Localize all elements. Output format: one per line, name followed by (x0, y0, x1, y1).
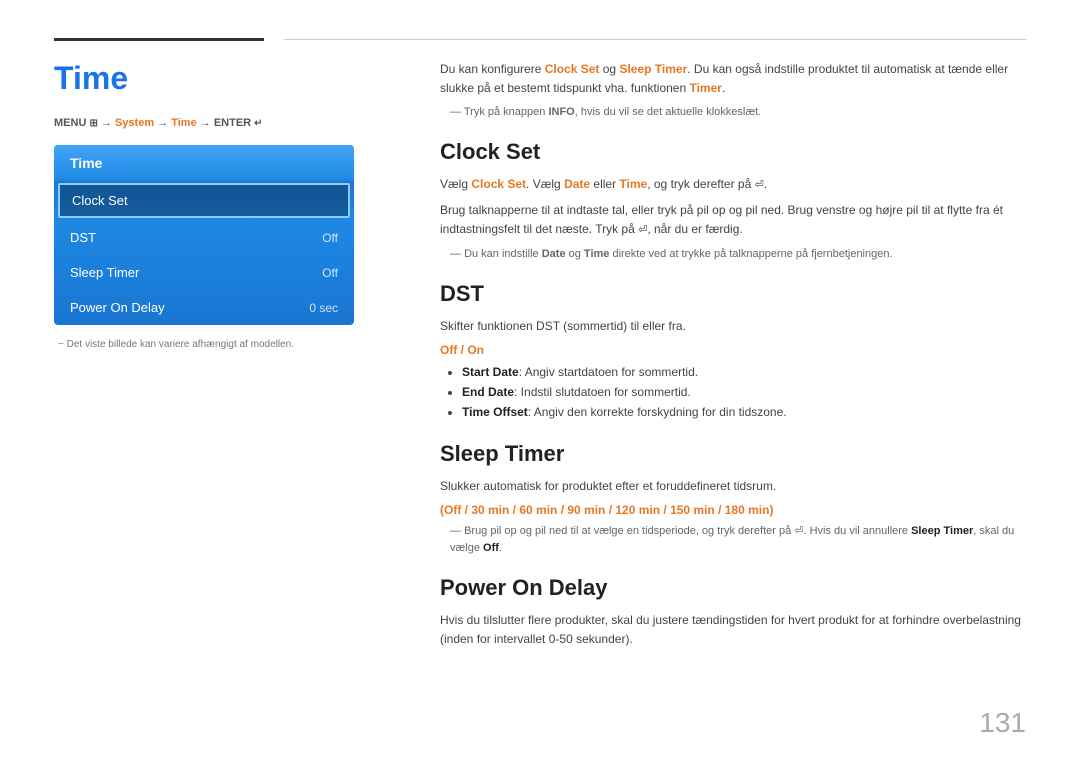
section-clock-set-body2: Brug talknapperne til at indtaste tal, e… (440, 201, 1026, 241)
panel-item-power-on-delay-label: Power On Delay (70, 300, 165, 315)
dst-bullet-time-offset: Time Offset: Angiv den korrekte forskydn… (462, 402, 1026, 422)
section-power-on-delay: Power On Delay Hvis du tilslutter flere … (440, 575, 1026, 651)
section-dst-body: Skifter funktionen DST (sommertid) til e… (440, 317, 1026, 337)
intro-note: Tryk på knappen INFO, hvis du vil se det… (440, 104, 1026, 121)
dst-bullet-start-date: Start Date: Angiv startdatoen for sommer… (462, 362, 1026, 382)
panel-item-dst-value: Off (322, 231, 338, 245)
panel-item-sleep-timer-value: Off (322, 266, 338, 280)
section-sleep-timer-body: Slukker automatisk for produktet efter e… (440, 477, 1026, 497)
section-clock-set-title: Clock Set (440, 139, 1026, 165)
panel-item-power-on-delay[interactable]: Power On Delay 0 sec (54, 290, 354, 325)
left-column: Time MENU ⊞ → System → Time → ENTER ↵ Ti… (54, 60, 394, 350)
dst-bullet-list: Start Date: Angiv startdatoen for sommer… (440, 362, 1026, 423)
section-power-on-delay-title: Power On Delay (440, 575, 1026, 601)
section-clock-set: Clock Set Vælg Clock Set. Vælg Date elle… (440, 139, 1026, 263)
menu-path: MENU ⊞ → System → Time → ENTER ↵ (54, 117, 394, 129)
top-line-light (284, 39, 1026, 40)
panel-item-clock-set-label: Clock Set (72, 193, 128, 208)
page-number: 131 (979, 707, 1026, 739)
page-title: Time (54, 60, 394, 97)
section-sleep-timer-title: Sleep Timer (440, 441, 1026, 467)
section-power-on-delay-body: Hvis du tilslutter flere produkter, skal… (440, 611, 1026, 651)
section-sleep-timer: Sleep Timer Slukker automatisk for produ… (440, 441, 1026, 557)
sleep-timer-options: (Off / 30 min / 60 min / 90 min / 120 mi… (440, 503, 1026, 517)
section-dst: DST Skifter funktionen DST (sommertid) t… (440, 281, 1026, 423)
section-dst-title: DST (440, 281, 1026, 307)
image-note: Det viste billede kan variere afhængigt … (54, 339, 394, 350)
right-column: Du kan konfigurere Clock Set og Sleep Ti… (440, 60, 1026, 668)
dst-options-label: Off / On (440, 343, 1026, 357)
ui-panel: Time Clock Set DST Off Sleep Timer Off P… (54, 145, 354, 325)
intro-text: Du kan konfigurere Clock Set og Sleep Ti… (440, 60, 1026, 98)
panel-item-sleep-timer-label: Sleep Timer (70, 265, 139, 280)
panel-item-dst-label: DST (70, 230, 96, 245)
ui-panel-title: Time (54, 145, 354, 181)
panel-item-dst[interactable]: DST Off (54, 220, 354, 255)
top-line-dark (54, 38, 264, 41)
dst-bullet-end-date: End Date: Indstil slutdatoen for sommert… (462, 382, 1026, 402)
panel-item-clock-set[interactable]: Clock Set (58, 183, 350, 218)
panel-item-sleep-timer[interactable]: Sleep Timer Off (54, 255, 354, 290)
top-decorative-lines (0, 38, 1080, 41)
section-sleep-timer-note: Brug pil op og pil ned til at vælge en t… (440, 523, 1026, 557)
section-clock-set-note: Du kan indstille Date og Time direkte ve… (440, 246, 1026, 263)
section-clock-set-body1: Vælg Clock Set. Vælg Date eller Time, og… (440, 175, 1026, 195)
panel-item-power-on-delay-value: 0 sec (309, 301, 338, 315)
